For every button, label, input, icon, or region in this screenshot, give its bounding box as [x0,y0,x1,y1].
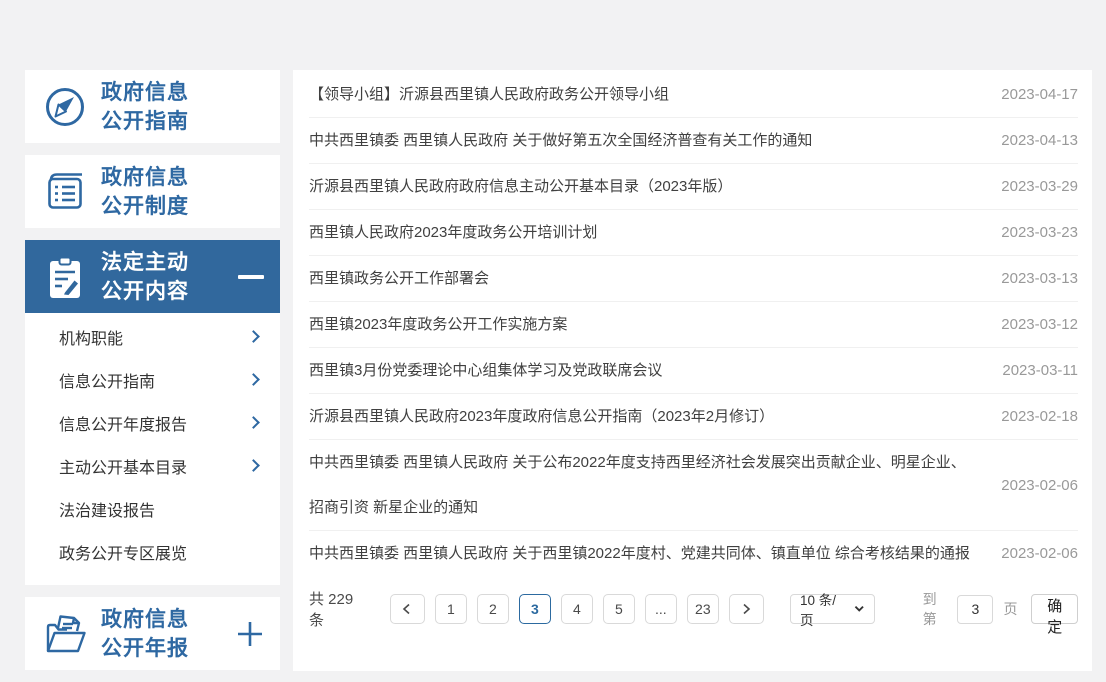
chevron-left-icon [401,603,413,615]
submenu-label: 信息公开指南 [59,368,155,392]
sidebar-item-label: 法定主动 公开内容 [101,248,189,306]
expand-plus-icon[interactable] [236,620,264,648]
pagination-bar: 共 229 条 1 2 3 4 5 ... 23 10 条/页 到第 页 [309,588,1078,630]
article-row: 西里镇3月份党委理论中心组集体学习及党政联席会议 2023-03-11 [309,348,1078,394]
prev-page-button[interactable] [390,594,425,624]
article-date: 2023-03-11 [1002,348,1078,393]
chevron-right-icon [247,373,260,386]
sidebar-item-label: 政府信息 公开指南 [101,78,189,136]
submenu-item-special-zone[interactable]: 政务公开专区展览 [25,530,280,573]
page-size-select[interactable]: 10 条/页 [790,594,875,624]
submenu-item-basic-catalog[interactable]: 主动公开基本目录 [25,444,280,487]
article-date: 2023-03-12 [1001,302,1078,347]
article-date: 2023-04-13 [1001,118,1078,163]
page-button-5[interactable]: 5 [603,594,635,624]
article-link[interactable]: 【领导小组】沂源县西里镇人民政府政务公开领导小组 [309,72,1001,117]
page-button-3-active[interactable]: 3 [519,594,551,624]
article-link[interactable]: 西里镇人民政府2023年度政务公开培训计划 [309,210,1001,255]
collapse-minus-icon[interactable] [238,275,264,279]
article-date: 2023-04-17 [1001,72,1078,117]
article-list-panel: 【领导小组】沂源县西里镇人民政府政务公开领导小组 2023-04-17 中共西里… [293,70,1092,671]
goto-prefix-label: 到第 [923,589,948,629]
submenu-label: 政务公开专区展览 [59,540,187,564]
submenu-item-info-guide[interactable]: 信息公开指南 [25,358,280,401]
confirm-button[interactable]: 确定 [1031,594,1078,624]
next-page-button[interactable] [729,594,764,624]
chevron-right-icon [247,416,260,429]
goto-page-input[interactable] [957,595,993,624]
article-list: 【领导小组】沂源县西里镇人民政府政务公开领导小组 2023-04-17 中共西里… [309,72,1078,576]
page-button-23[interactable]: 23 [687,594,719,624]
sidebar-item-gov-info-guide[interactable]: 政府信息 公开指南 [25,70,280,143]
sidebar-item-gov-info-system[interactable]: 政府信息 公开制度 [25,155,280,228]
submenu-item-law-report[interactable]: 法治建设报告 [25,487,280,530]
sidebar-submenu: 机构职能 信息公开指南 信息公开年度报告 主动公开基本目录 法治建设报告 政务公… [25,313,280,585]
compass-icon [41,83,89,131]
article-date: 2023-03-29 [1001,164,1078,209]
article-link[interactable]: 中共西里镇委 西里镇人民政府 关于公布2022年度支持西里经济社会发展突出贡献企… [309,440,1001,530]
article-row: 西里镇2023年度政务公开工作实施方案 2023-03-12 [309,302,1078,348]
article-date: 2023-02-06 [1001,463,1078,508]
chevron-down-icon [854,605,864,613]
sidebar-item-label: 政府信息 公开年报 [101,605,189,663]
article-link[interactable]: 中共西里镇委 西里镇人民政府 关于做好第五次全国经济普查有关工作的通知 [309,118,1001,163]
article-date: 2023-03-23 [1001,210,1078,255]
page-button-1[interactable]: 1 [435,594,467,624]
article-link[interactable]: 沂源县西里镇人民政府政府信息主动公开基本目录（2023年版） [309,164,1001,209]
article-link[interactable]: 沂源县西里镇人民政府2023年度政府信息公开指南（2023年2月修订） [309,394,1001,439]
chevron-right-icon [247,330,260,343]
clipboard-icon [41,253,89,301]
page-button-2[interactable]: 2 [477,594,509,624]
article-link[interactable]: 西里镇3月份党委理论中心组集体学习及党政联席会议 [309,348,1002,393]
submenu-label: 信息公开年度报告 [59,411,187,435]
submenu-item-annual-report[interactable]: 信息公开年度报告 [25,401,280,444]
article-link[interactable]: 西里镇政务公开工作部署会 [309,256,1001,301]
page-size-label: 10 条/页 [800,589,847,629]
page-button-4[interactable]: 4 [561,594,593,624]
sidebar-item-label: 政府信息 公开制度 [101,163,189,221]
submenu-label: 机构职能 [59,325,123,349]
goto-page-group: 到第 页 确定 [923,589,1078,629]
article-link[interactable]: 西里镇2023年度政务公开工作实施方案 [309,302,1001,347]
submenu-label: 主动公开基本目录 [59,454,187,478]
article-row: 【领导小组】沂源县西里镇人民政府政务公开领导小组 2023-04-17 [309,72,1078,118]
article-row: 中共西里镇委 西里镇人民政府 关于做好第五次全国经济普查有关工作的通知 2023… [309,118,1078,164]
article-row: 西里镇政务公开工作部署会 2023-03-13 [309,256,1078,302]
sidebar-item-gov-info-annual[interactable]: 政府信息 公开年报 [25,597,280,670]
article-date: 2023-02-18 [1001,394,1078,439]
submenu-item-org-functions[interactable]: 机构职能 [25,315,280,358]
sidebar: 政府信息 公开指南 政府信息 公开制度 法定主动 [25,70,280,682]
folder-icon [41,610,89,658]
submenu-label: 法治建设报告 [59,497,155,521]
article-row: 西里镇人民政府2023年度政务公开培训计划 2023-03-23 [309,210,1078,256]
article-date: 2023-03-13 [1001,256,1078,301]
total-count-label: 共 229 条 [309,588,370,630]
goto-suffix-label: 页 [1003,599,1017,619]
chevron-right-icon [247,459,260,472]
chevron-right-icon [740,603,752,615]
book-icon [41,168,89,216]
article-row: 沂源县西里镇人民政府政府信息主动公开基本目录（2023年版） 2023-03-2… [309,164,1078,210]
article-date: 2023-02-06 [1001,531,1078,576]
article-row: 沂源县西里镇人民政府2023年度政府信息公开指南（2023年2月修订） 2023… [309,394,1078,440]
article-row: 中共西里镇委 西里镇人民政府 关于公布2022年度支持西里经济社会发展突出贡献企… [309,440,1078,531]
sidebar-item-statutory-disclosure[interactable]: 法定主动 公开内容 [25,240,280,313]
article-link[interactable]: 中共西里镇委 西里镇人民政府 关于西里镇2022年度村、党建共同体、镇直单位 综… [309,531,1001,576]
page-ellipsis-button[interactable]: ... [645,594,677,624]
article-row: 中共西里镇委 西里镇人民政府 关于西里镇2022年度村、党建共同体、镇直单位 综… [309,531,1078,576]
